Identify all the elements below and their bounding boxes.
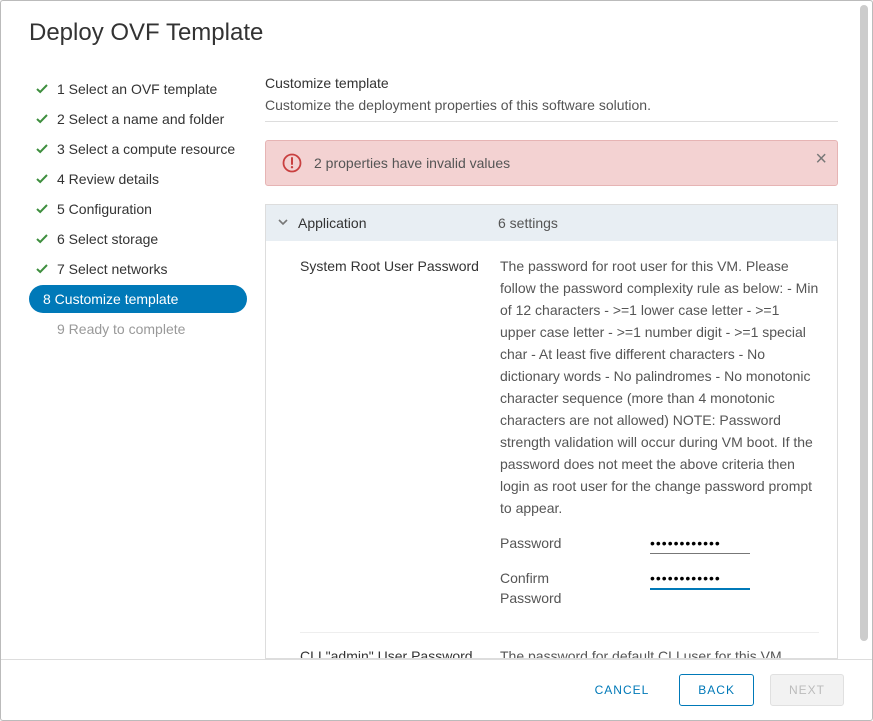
setting-description: The password for root user for this VM. …	[500, 255, 819, 622]
next-button: NEXT	[770, 674, 844, 706]
root-confirm-password-input[interactable]	[650, 568, 750, 590]
setting-label: System Root User Password	[300, 255, 480, 622]
step-label: 5 Configuration	[57, 199, 152, 219]
wizard-step-7[interactable]: 7 Select networks	[29, 255, 247, 283]
page-title: Deploy OVF Template	[29, 19, 844, 47]
setting-row-root-password: System Root User Password The password f…	[300, 255, 819, 622]
check-icon	[35, 173, 49, 185]
application-section-header[interactable]: Application 6 settings	[265, 204, 838, 241]
step-label: 3 Select a compute resource	[57, 139, 235, 159]
root-password-input[interactable]	[650, 533, 750, 554]
step-label: 6 Select storage	[57, 229, 158, 249]
alert-close-button[interactable]: ×	[815, 149, 827, 169]
step-label: 7 Select networks	[57, 259, 168, 279]
wizard-step-4[interactable]: 4 Review details	[29, 165, 247, 193]
settings-panel: System Root User Password The password f…	[265, 241, 838, 659]
deploy-ovf-dialog: Deploy OVF Template 1 Select an OVF temp…	[0, 0, 873, 721]
dialog-footer: CANCEL BACK NEXT	[1, 659, 872, 720]
password-label: Password	[500, 533, 610, 553]
step-label: 4 Review details	[57, 169, 159, 189]
step-label: 2 Select a name and folder	[57, 109, 224, 129]
cancel-button[interactable]: CANCEL	[581, 675, 664, 705]
check-icon	[35, 203, 49, 215]
wizard-step-8[interactable]: 8 Customize template	[29, 285, 247, 313]
wizard-step-5[interactable]: 5 Configuration	[29, 195, 247, 223]
check-icon	[35, 83, 49, 95]
password-row: Password	[500, 533, 819, 554]
section-subheading: Customize the deployment properties of t…	[265, 97, 838, 113]
section-title: Application	[298, 215, 488, 231]
wizard-step-3[interactable]: 3 Select a compute resource	[29, 135, 247, 163]
setting-label: CLI "admin" User Password	[300, 645, 480, 659]
validation-alert: 2 properties have invalid values ×	[265, 140, 838, 186]
wizard-step-2[interactable]: 2 Select a name and folder	[29, 105, 247, 133]
check-icon	[35, 263, 49, 275]
alert-text: 2 properties have invalid values	[314, 155, 510, 171]
wizard-step-1[interactable]: 1 Select an OVF template	[29, 75, 247, 103]
chevron-down-icon	[278, 216, 288, 230]
password-fields: Password Confirm Password	[500, 533, 819, 608]
section-heading: Customize template	[265, 75, 838, 91]
setting-description: The password for default CLI user for th…	[500, 645, 819, 659]
wizard-sidebar: 1 Select an OVF template 2 Select a name …	[29, 75, 247, 659]
close-icon: ×	[815, 148, 827, 170]
wizard-step-6[interactable]: 6 Select storage	[29, 225, 247, 253]
check-icon	[35, 113, 49, 125]
confirm-password-row: Confirm Password	[500, 568, 819, 608]
back-button[interactable]: BACK	[679, 674, 754, 706]
check-icon	[35, 143, 49, 155]
content-row: 1 Select an OVF template 2 Select a name …	[29, 75, 844, 659]
confirm-password-label: Confirm Password	[500, 568, 610, 608]
main-panel: Customize template Customize the deploym…	[265, 75, 844, 659]
scrollbar[interactable]	[860, 5, 868, 641]
divider	[265, 121, 838, 122]
step-label: 1 Select an OVF template	[57, 79, 217, 99]
dialog-body: Deploy OVF Template 1 Select an OVF temp…	[1, 1, 872, 659]
step-label: 8 Customize template	[43, 289, 178, 309]
step-label: 9 Ready to complete	[57, 319, 185, 339]
section-count: 6 settings	[498, 215, 558, 231]
alert-icon	[282, 153, 302, 173]
check-icon	[35, 233, 49, 245]
wizard-step-9: 9 Ready to complete	[29, 315, 247, 343]
setting-row-cli-admin-password: CLI "admin" User Password The password f…	[300, 632, 819, 659]
